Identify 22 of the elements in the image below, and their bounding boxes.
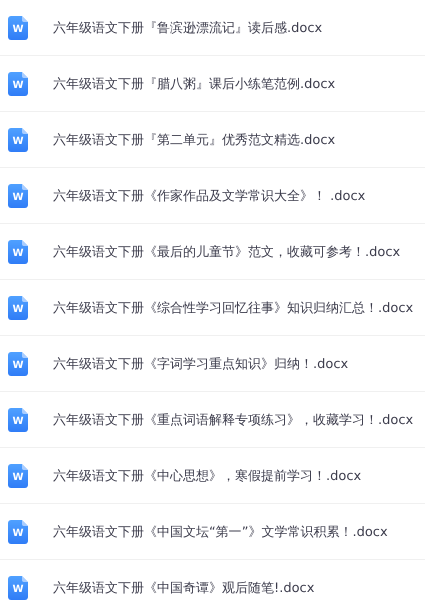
file-name[interactable]: 六年级语文下册《综合性学习回忆往事》知识归纳汇总！.docx <box>53 298 414 316</box>
file-name[interactable]: 六年级语文下册《中国文坛“第一”》文学常识积累！.docx <box>53 522 388 540</box>
word-file-icon: W <box>8 408 28 432</box>
word-file-icon: W <box>8 184 28 208</box>
word-file-icon: W <box>8 576 28 600</box>
file-name[interactable]: 六年级语文下册《最后的儿童节》范文，收藏可参考！.docx <box>53 242 400 260</box>
word-file-icon: W <box>8 520 28 544</box>
file-name[interactable]: 六年级语文下册《中国奇谭》观后随笔!.docx <box>53 578 314 596</box>
word-file-icon: W <box>8 240 28 264</box>
word-file-icon: W <box>8 296 28 320</box>
file-name[interactable]: 六年级语文下册《字词学习重点知识》归纳！.docx <box>53 354 348 372</box>
file-name[interactable]: 六年级语文下册《中心思想》，寒假提前学习！.docx <box>53 466 362 484</box>
file-name[interactable]: 六年级语文下册『鲁滨逊漂流记』读后感.docx <box>53 18 322 36</box>
word-file-icon: W <box>8 352 28 376</box>
word-file-icon: W <box>8 128 28 152</box>
word-file-icon: W <box>8 72 28 96</box>
word-file-icon: W <box>8 16 28 40</box>
word-file-icon: W <box>8 464 28 488</box>
file-name[interactable]: 六年级语文下册『腊八粥』课后小练笔范例.docx <box>53 74 336 92</box>
file-name[interactable]: 六年级语文下册《重点词语解释专项练习》，收藏学习！.docx <box>53 410 414 428</box>
file-name[interactable]: 六年级语文下册《作家作品及文学常识大全》！ .docx <box>53 186 366 204</box>
file-name[interactable]: 六年级语文下册『第二单元』优秀范文精选.docx <box>53 130 336 148</box>
